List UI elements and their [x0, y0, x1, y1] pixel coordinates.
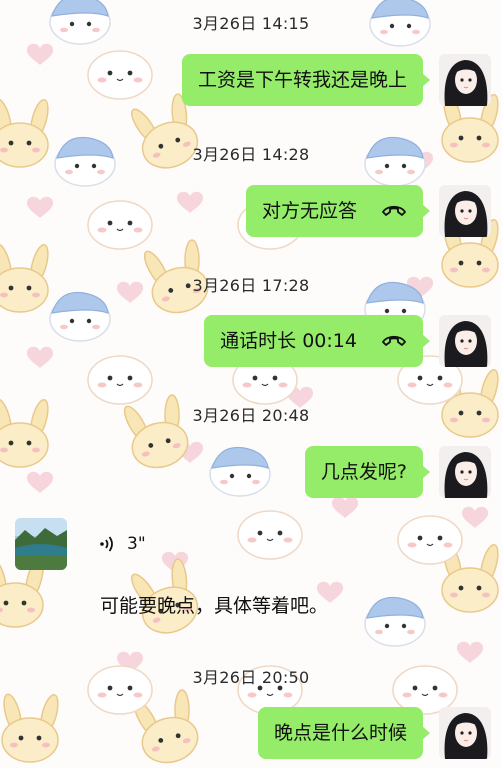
voice-wave-icon [100, 536, 113, 552]
sent-message-bubble[interactable]: 晚点是什么时候 [257, 707, 431, 759]
contact-avatar[interactable] [15, 518, 67, 570]
timestamp: 3月26日 20:50 [192, 668, 310, 687]
message-text: 对方无应答 [261, 200, 357, 222]
voice-message-bubble[interactable]: 3" [80, 518, 200, 570]
timestamp: 3月26日 20:48 [192, 406, 310, 425]
phone-hangup-icon [382, 335, 406, 346]
timestamp: 3月26日 14:15 [192, 14, 310, 33]
phone-hangup-icon [382, 205, 406, 216]
my-avatar[interactable] [439, 707, 491, 759]
my-avatar[interactable] [439, 446, 491, 498]
my-avatar[interactable] [439, 54, 491, 106]
message-text: 通话时长 00:14 [220, 330, 357, 352]
voice-duration: 3" [127, 534, 146, 554]
message-text: 几点发呢? [320, 461, 407, 483]
message-text: 晚点是什么时候 [273, 722, 407, 744]
call-record-bubble[interactable]: 通话时长 00:14 [204, 315, 430, 367]
my-avatar[interactable] [439, 185, 491, 237]
sent-message-bubble[interactable]: 几点发呢? [304, 446, 431, 498]
sent-message-bubble[interactable]: 工资是下午转我还是晚上 [181, 54, 431, 106]
timestamp: 3月26日 14:28 [192, 145, 310, 164]
my-avatar[interactable] [439, 315, 491, 367]
voice-transcript: 可能要晚点，具体等着吧。 [100, 595, 329, 617]
chat-area: 3月26日 14:15 工资是下午转我还是晚上 3月26日 14:28 对方无应… [0, 0, 502, 768]
call-record-bubble[interactable]: 对方无应答 [245, 185, 431, 237]
timestamp: 3月26日 17:28 [192, 276, 310, 295]
message-text: 工资是下午转我还是晚上 [197, 69, 407, 91]
